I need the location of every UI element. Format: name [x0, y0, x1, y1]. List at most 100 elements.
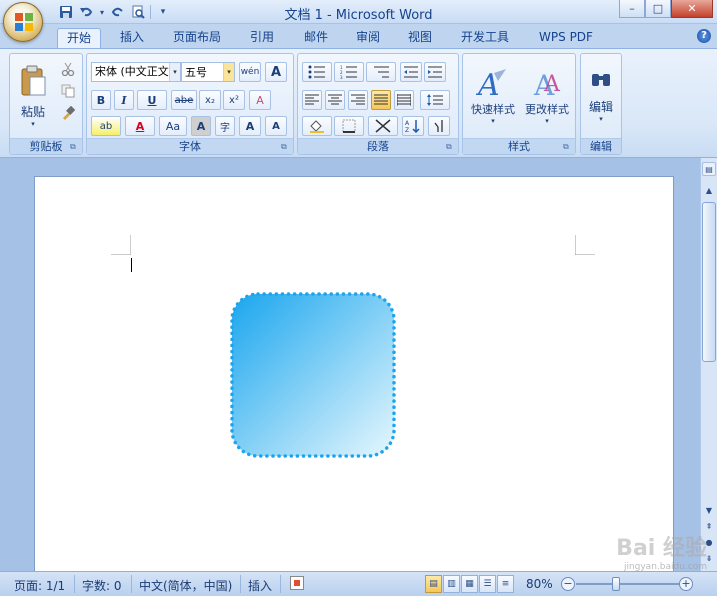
- highlight-button[interactable]: ab: [91, 116, 121, 136]
- change-styles-button[interactable]: AA 更改样式 ▾: [521, 58, 573, 134]
- change-styles-icon: AA: [533, 69, 561, 99]
- editing-button[interactable]: 编辑 ▾: [583, 58, 619, 134]
- font-color-button[interactable]: A: [125, 116, 155, 136]
- print-layout-view-icon[interactable]: ▤: [425, 575, 442, 593]
- status-language[interactable]: 中文(简体，中国): [139, 577, 232, 594]
- enclose-char-button[interactable]: 字: [215, 116, 235, 136]
- sort-button[interactable]: AZ: [402, 116, 424, 136]
- asian-layout-button[interactable]: [368, 116, 398, 136]
- scroll-thumb[interactable]: [702, 202, 716, 362]
- maximize-button[interactable]: □: [645, 0, 671, 18]
- numbering-button[interactable]: 123: [334, 62, 364, 82]
- status-page[interactable]: 页面: 1/1: [14, 577, 65, 594]
- cut-button[interactable]: [58, 60, 78, 78]
- borders-button[interactable]: [334, 116, 364, 136]
- close-button[interactable]: ✕: [671, 0, 713, 18]
- numbering-icon: 123: [340, 65, 357, 79]
- clipboard-launcher-icon[interactable]: ⧉: [70, 142, 80, 152]
- font-launcher-icon[interactable]: ⧉: [281, 142, 291, 152]
- quick-styles-button[interactable]: A 快速样式 ▾: [467, 58, 519, 134]
- change-styles-dropdown-icon: ▾: [545, 117, 549, 125]
- tab-insert[interactable]: 插入: [110, 28, 154, 48]
- document-page[interactable]: [34, 176, 674, 576]
- distributed-button[interactable]: [394, 90, 414, 110]
- tab-references[interactable]: 引用: [240, 28, 284, 48]
- show-marks-button[interactable]: [428, 116, 450, 136]
- status-words[interactable]: 字数: 0: [82, 577, 122, 594]
- bold-button[interactable]: B: [91, 90, 111, 110]
- italic-button[interactable]: I: [114, 90, 134, 110]
- scroll-down-icon[interactable]: ▼: [702, 504, 716, 518]
- clear-formatting-button[interactable]: A: [249, 90, 271, 110]
- shading-button[interactable]: [302, 116, 332, 136]
- multilevel-list-button[interactable]: [366, 62, 396, 82]
- zoom-slider-thumb[interactable]: [612, 577, 620, 591]
- paint-bucket-icon: [310, 120, 324, 133]
- draft-view-icon[interactable]: ≡: [497, 575, 514, 593]
- paragraph-mark-icon: [434, 120, 443, 132]
- grow-font-button[interactable]: A: [239, 116, 261, 136]
- clipboard-group: 粘贴 ▾ 剪贴板 ⧉: [9, 53, 83, 155]
- zoom-level[interactable]: 80%: [526, 577, 553, 591]
- font-size-combo[interactable]: 五号 ▾: [181, 62, 235, 82]
- justify-button[interactable]: [371, 90, 391, 110]
- web-layout-view-icon[interactable]: ▦: [461, 575, 478, 593]
- paragraph-launcher-icon[interactable]: ⧉: [446, 142, 456, 152]
- tab-wps-pdf[interactable]: WPS PDF: [528, 28, 604, 48]
- status-separator: [74, 575, 75, 593]
- align-center-button[interactable]: [325, 90, 345, 110]
- font-name-combo[interactable]: 宋体 (中文正文 ▾: [91, 62, 181, 82]
- brush-icon: [63, 106, 75, 120]
- status-insert-mode[interactable]: 插入: [248, 577, 272, 594]
- underline-button[interactable]: U: [137, 90, 167, 110]
- outline-view-icon[interactable]: ☰: [479, 575, 496, 593]
- char-border-button[interactable]: A: [265, 62, 287, 82]
- tab-review[interactable]: 审阅: [346, 28, 390, 48]
- copy-button[interactable]: [58, 82, 78, 100]
- zoom-slider[interactable]: [576, 583, 682, 585]
- tab-page-layout[interactable]: 页面布局: [164, 28, 230, 48]
- font-name-dropdown-icon[interactable]: ▾: [169, 63, 180, 81]
- ruler-toggle-icon[interactable]: ▤: [702, 162, 716, 176]
- svg-text:A: A: [543, 72, 561, 97]
- binoculars-icon: [592, 73, 610, 86]
- font-size-dropdown-icon[interactable]: ▾: [223, 63, 234, 81]
- zoom-out-icon[interactable]: −: [561, 577, 575, 591]
- reading-view-icon[interactable]: ▥: [443, 575, 460, 593]
- align-right-button[interactable]: [348, 90, 368, 110]
- line-spacing-button[interactable]: [420, 90, 450, 110]
- paste-button[interactable]: 粘贴 ▾: [14, 58, 52, 134]
- tab-developer[interactable]: 开发工具: [452, 28, 518, 48]
- font-size-value: 五号: [185, 66, 207, 79]
- macro-record-icon[interactable]: [290, 576, 304, 590]
- shrink-font-button[interactable]: A: [265, 116, 287, 136]
- rounded-rectangle-shape[interactable]: [229, 291, 397, 461]
- align-left-icon: [305, 94, 319, 105]
- styles-launcher-icon[interactable]: ⧉: [563, 142, 573, 152]
- minimize-button[interactable]: –: [619, 0, 645, 18]
- align-left-button[interactable]: [302, 90, 322, 110]
- zoom-in-icon[interactable]: +: [679, 577, 693, 591]
- vertical-scrollbar[interactable]: ▤ ▲ ▼ ⇞ ● ⇟: [700, 158, 717, 571]
- office-button[interactable]: [3, 2, 43, 42]
- tab-mailings[interactable]: 邮件: [294, 28, 338, 48]
- help-icon[interactable]: ?: [697, 29, 711, 43]
- svg-text:Z: Z: [405, 127, 409, 133]
- tab-home[interactable]: 开始: [57, 28, 101, 48]
- phonetic-guide-button[interactable]: wén: [239, 62, 261, 82]
- scroll-up-icon[interactable]: ▲: [702, 184, 716, 198]
- bullets-icon: [308, 65, 325, 79]
- change-case-button[interactable]: Aa: [159, 116, 187, 136]
- font-group-label: 字体: [87, 138, 293, 154]
- decrease-indent-button[interactable]: [400, 62, 422, 82]
- subscript-button[interactable]: x₂: [199, 90, 221, 110]
- office-logo-icon: [15, 13, 33, 31]
- strikethrough-button[interactable]: abe: [171, 90, 197, 110]
- paragraph-group-label: 段落: [298, 138, 458, 154]
- tab-view[interactable]: 视图: [398, 28, 442, 48]
- bullets-button[interactable]: [302, 62, 332, 82]
- char-shading-button[interactable]: A: [191, 116, 211, 136]
- increase-indent-button[interactable]: [424, 62, 446, 82]
- format-painter-button[interactable]: [58, 104, 78, 122]
- superscript-button[interactable]: x²: [223, 90, 245, 110]
